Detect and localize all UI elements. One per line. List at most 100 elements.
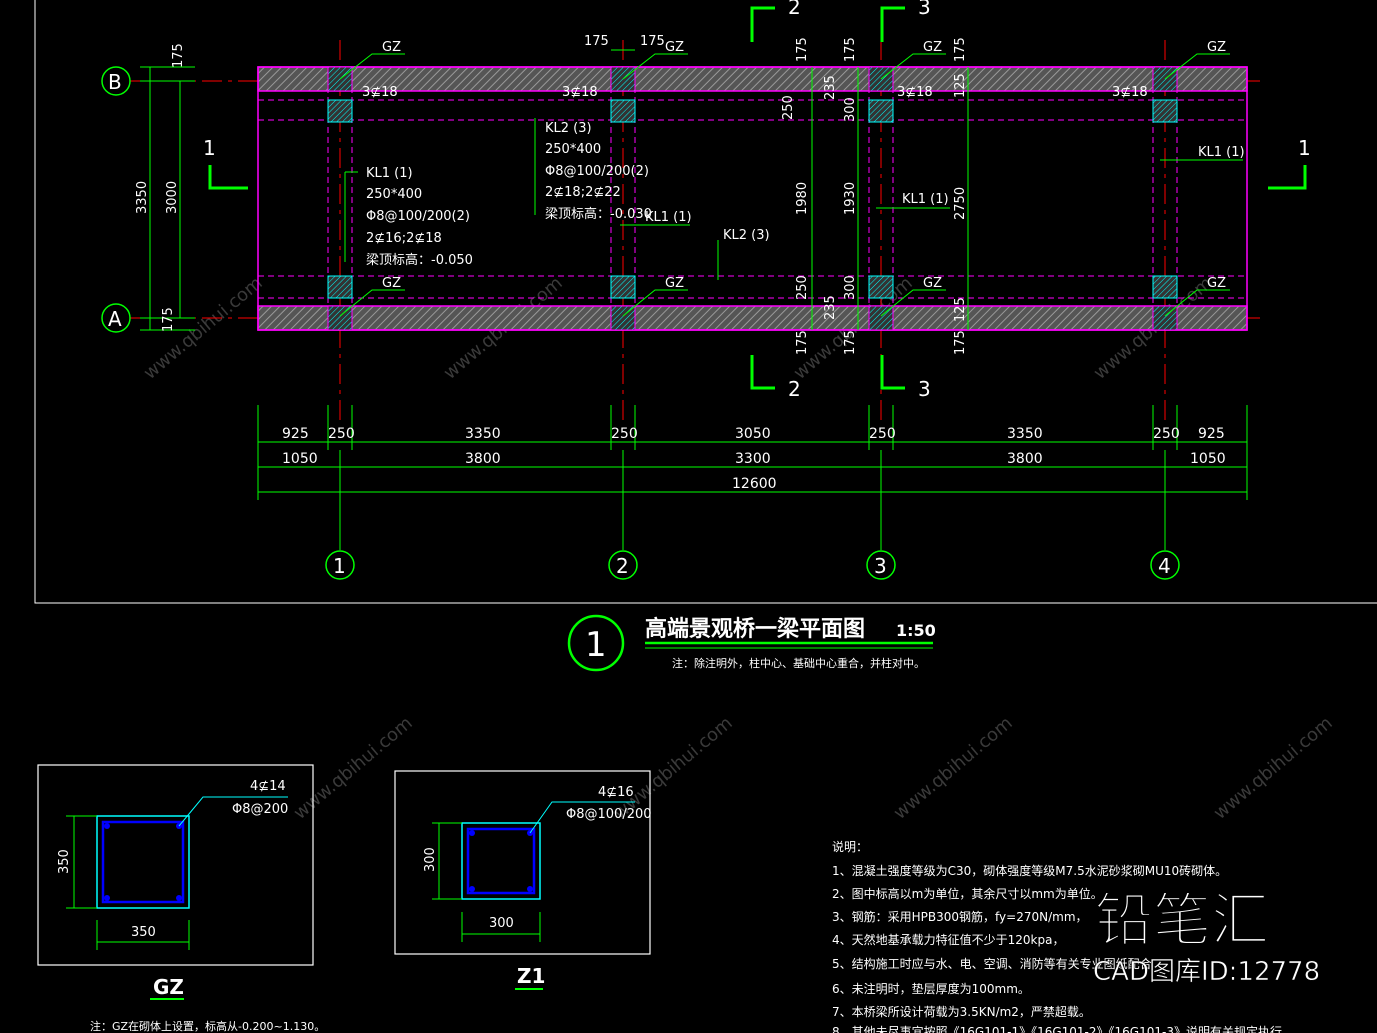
dim-h: 3350 [1007,426,1043,442]
z1-h: 300 [423,847,438,872]
note-item: 8、其他未尽事宜按照《16G101-1》《16G101-2》《16G101-3》… [832,1024,1282,1033]
note-item: 1、混凝土强度等级为C30，砌体强度等级M7.5水泥砂浆砌MU10砖砌体。 [832,863,1227,878]
dim-top: 175 [640,34,665,49]
branding: 铅笔汇 CAD图库ID:12778 [1093,886,1321,988]
gz-detail: 4⊈14 Φ8@200 350 350 GZ 注：GZ在砌体上设置，标高从-0.… [37,764,325,1033]
gz-detail-frame [37,764,314,966]
kl1-size: 250*400 [366,187,422,202]
columns [327,66,1178,331]
beam-plan: 1 1 2 2 3 3 B A 1 2 3 4 GZ GZ GZ GZ GZ G… [101,0,1311,580]
gz-label: GZ [665,40,684,55]
dim-v: 300 [843,275,858,300]
title-number: 1 [585,625,607,665]
gz-w: 350 [131,925,156,940]
kl1-elev: 梁顶标高：-0.050 [366,252,473,268]
z1-name: Z1 [517,964,545,988]
axis-label-2: 2 [616,554,629,578]
axis-label-3: 3 [874,554,887,578]
note-item: 3、钢筋：采用HPB300钢筋，fy=270N/mm， [832,909,1088,924]
watermark-text: www.qbihui.com [140,273,267,384]
brand-id: CAD图库ID:12778 [1093,957,1320,987]
axis-label-b: B [108,70,122,94]
kl2-name: KL2 (3) [545,121,592,136]
cad-drawing: www.qbihui.com www.qbihui.com www.qbihui… [34,0,1377,1033]
dim-v: 175 [953,37,968,62]
dim-v: 300 [843,97,858,122]
dim-v: 235 [823,75,838,100]
dim-h: 250 [328,426,355,442]
note-item: 6、未注明时，垫层厚度为100mm。 [832,981,1030,996]
gz-label: GZ [382,276,401,291]
kl2-elev: 梁顶标高：-0.030 [545,206,652,222]
title-note: 注：除注明外，柱中心、基础中心重合，并柱对中。 [672,656,925,670]
gz-label: GZ [1207,276,1226,291]
gz-label: GZ [382,40,401,55]
dim-h: 925 [1198,426,1225,442]
dim-v: 1980 [795,182,810,215]
kl1-right-label: KL1 (1) [1198,145,1245,160]
dim-v: 250 [795,275,810,300]
note-item: 7、本桥梁所设计荷载为3.5KN/m2，严禁超载。 [832,1004,1091,1019]
dim-v: 175 [843,37,858,62]
z1-w: 300 [489,916,514,931]
dim-left: 175 [171,43,186,68]
dim-v: 175 [795,330,810,355]
gz-stirrup: Φ8@200 [232,802,288,817]
dim-v: 175 [795,37,810,62]
dim-v: 1930 [843,182,858,215]
watermark-layer: www.qbihui.com www.qbihui.com www.qbihui… [140,273,1337,824]
rebar-label: 3⊈18 [362,85,398,100]
kl1-name: KL1 (1) [366,166,413,181]
notes-heading: 说明： [832,839,868,854]
dim-v: 175 [953,330,968,355]
dim-v: 175 [843,330,858,355]
gz-label: GZ [923,276,942,291]
section-mark: 1 [1298,136,1311,160]
watermark-text: www.qbihui.com [890,713,1017,824]
note-item: 2、图中标高以m为单位，其余尺寸以mm为单位。 [832,886,1103,901]
dim-total: 12600 [732,476,777,492]
kl2-stirrup: Φ8@100/200(2) [545,164,649,179]
dim-v: 250 [781,95,796,120]
brand-logo: 铅笔汇 [1095,886,1269,954]
note-item: 4、天然地基承载力特征值不少于120kpa， [832,932,1064,947]
z1-stirrup: Φ8@100/200 [566,807,652,822]
section-mark: 2 [788,0,801,19]
kl2-mid-label: KL2 (3) [723,228,770,243]
dim-v: 2750 [953,187,968,220]
z1-rebar: 4⊈16 [598,785,634,800]
section-mark: 1 [203,136,216,160]
dim-h: 1050 [282,451,318,467]
axis-label-a: A [108,307,122,331]
dim-h: 3300 [735,451,771,467]
gz-rebar: 4⊈14 [250,779,286,794]
title-text: 高端景观桥一梁平面图 [645,616,865,642]
gz-label: GZ [665,276,684,291]
dim-h: 3800 [465,451,501,467]
wall-a [257,305,1248,331]
gz-h: 350 [57,849,72,874]
rebar-label: 3⊈18 [897,85,933,100]
dim-h: 3050 [735,426,771,442]
gz-label: GZ [923,40,942,55]
kl1-right2-label: KL1 (1) [902,192,949,207]
rebar-label: 3⊈18 [562,85,598,100]
dim-left: 175 [161,307,176,332]
dim-h: 1050 [1190,451,1226,467]
kl1-bars: 2⊈16;2⊈18 [366,231,442,246]
kl2-bars: 2⊈18;2⊈22 [545,185,621,200]
dim-top: 175 [584,34,609,49]
dim-h: 250 [1153,426,1180,442]
dim-h: 3800 [1007,451,1043,467]
axis-label-1: 1 [333,554,346,578]
dim-h: 250 [869,426,896,442]
gz-label: GZ [1207,40,1226,55]
kl2-size: 250*400 [545,142,601,157]
wall-b [257,66,1248,92]
section-mark: 3 [918,377,931,401]
rebar-label: 3⊈18 [1112,85,1148,100]
dim-v: 235 [823,295,838,320]
kl1-mid-label: KL1 (1) [645,210,692,225]
watermark-text: www.qbihui.com [290,713,417,824]
axis-label-4: 4 [1158,554,1171,578]
